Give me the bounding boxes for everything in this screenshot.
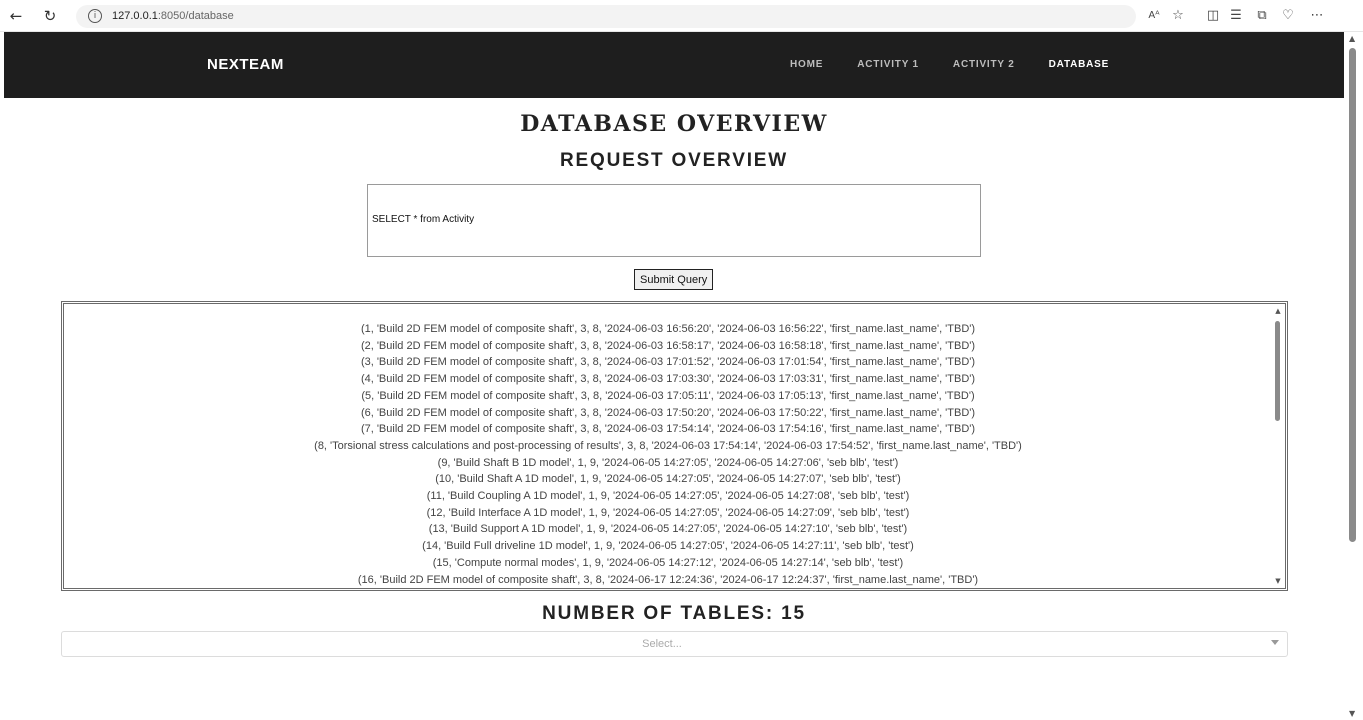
nav-links: HOME ACTIVITY 1 ACTIVITY 2 DATABASE xyxy=(790,59,1143,70)
result-row: (16, 'Build 2D FEM model of composite sh… xyxy=(357,573,979,586)
page-scroll-up-icon[interactable]: ▲ xyxy=(1349,34,1355,43)
nav-activity-1[interactable]: ACTIVITY 1 xyxy=(857,59,919,70)
browser-essentials-icon[interactable]: ♡ xyxy=(1279,7,1297,25)
query-results-box[interactable]: (1, 'Build 2D FEM model of composite sha… xyxy=(61,301,1288,591)
brand-logo[interactable]: NEXTEAM xyxy=(207,56,284,73)
read-aloud-icon[interactable]: Aᴬ xyxy=(1145,7,1163,25)
favorite-star-icon[interactable]: ☆ xyxy=(1169,7,1187,25)
more-options-icon[interactable]: ⋯ xyxy=(1308,7,1326,25)
results-list: (1, 'Build 2D FEM model of composite sha… xyxy=(64,321,1272,588)
scroll-down-arrow-icon[interactable]: ▼ xyxy=(1274,577,1282,585)
back-arrow-icon[interactable]: ← xyxy=(6,6,26,26)
result-row: (11, 'Build Coupling A 1D model', 1, 9, … xyxy=(426,490,910,503)
nav-activity-2[interactable]: ACTIVITY 2 xyxy=(953,59,1015,70)
nav-home[interactable]: HOME xyxy=(790,59,823,70)
result-row: (1, 'Build 2D FEM model of composite sha… xyxy=(360,323,976,335)
result-row: (4, 'Build 2D FEM model of composite sha… xyxy=(360,373,976,386)
section-title: REQUEST OVERVIEW xyxy=(560,150,788,171)
page-scroll-down-icon[interactable]: ▼ xyxy=(1349,709,1355,718)
scroll-up-arrow-icon[interactable]: ▲ xyxy=(1274,307,1282,315)
result-row: (2, 'Build 2D FEM model of composite sha… xyxy=(360,339,976,352)
scrollbar-thumb[interactable] xyxy=(1275,321,1280,421)
table-select-dropdown[interactable]: Select... xyxy=(61,631,1288,657)
favorites-icon[interactable]: ☰ xyxy=(1227,7,1245,25)
result-row: (13, 'Build Support A 1D model', 1, 9, '… xyxy=(428,523,908,536)
collections-icon[interactable]: ⧉ xyxy=(1253,7,1271,25)
nav-database[interactable]: DATABASE xyxy=(1049,59,1109,70)
query-input[interactable]: SELECT * from Activity xyxy=(367,184,981,257)
address-bar[interactable]: i 127.0.0.1:8050/database xyxy=(76,5,1136,28)
result-row: (12, 'Build Interface A 1D model', 1, 9,… xyxy=(426,506,910,519)
page-scrollbar-thumb[interactable] xyxy=(1349,48,1356,542)
result-row: (7, 'Build 2D FEM model of composite sha… xyxy=(360,423,976,436)
refresh-icon[interactable]: ↻ xyxy=(40,6,60,26)
tables-count-heading: NUMBER OF TABLES: 15 xyxy=(542,603,806,624)
chevron-down-icon[interactable] xyxy=(1271,640,1279,645)
url-text[interactable]: 127.0.0.1:8050/database xyxy=(112,10,234,22)
result-row: (9, 'Build Shaft B 1D model', 1, 9, '202… xyxy=(437,456,899,469)
page-title: DATABASE OVERVIEW xyxy=(520,111,828,137)
site-info-icon[interactable]: i xyxy=(88,9,102,23)
result-row: (5, 'Build 2D FEM model of composite sha… xyxy=(361,389,975,402)
result-row: (10, 'Build Shaft A 1D model', 1, 9, '20… xyxy=(435,473,901,486)
top-navbar: NEXTEAM HOME ACTIVITY 1 ACTIVITY 2 DATAB… xyxy=(4,32,1344,98)
split-screen-icon[interactable]: ◫ xyxy=(1204,7,1222,25)
results-scrollbar[interactable]: ▲ ▼ xyxy=(1273,307,1283,585)
result-row: (3, 'Build 2D FEM model of composite sha… xyxy=(360,356,976,369)
result-row: (15, 'Compute normal modes', 1, 9, '2024… xyxy=(432,556,904,569)
browser-toolbar: ← ↻ i 127.0.0.1:8050/database Aᴬ ☆ ◫ ☰ ⧉… xyxy=(0,0,1363,32)
result-row: (14, 'Build Full driveline 1D model', 1,… xyxy=(422,540,914,553)
select-placeholder: Select... xyxy=(642,638,682,650)
result-row: (8, 'Torsional stress calculations and p… xyxy=(314,439,1022,452)
page-viewport: NEXTEAM HOME ACTIVITY 1 ACTIVITY 2 DATAB… xyxy=(4,32,1344,720)
result-row: (6, 'Build 2D FEM model of composite sha… xyxy=(360,406,976,419)
submit-query-button[interactable]: Submit Query xyxy=(634,269,714,290)
page-scrollbar[interactable]: ▲ ▼ xyxy=(1344,32,1363,720)
